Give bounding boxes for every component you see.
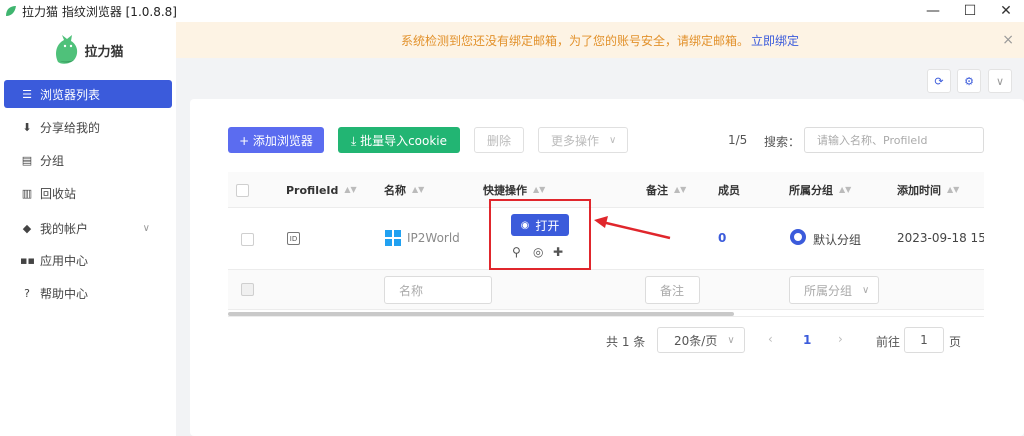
highlight-box (489, 199, 591, 270)
refresh-icon[interactable]: ⟳ (927, 69, 951, 93)
sidebar-item-groups[interactable]: ▤ 分组 (4, 146, 172, 174)
sort-icon: ▲▼ (412, 185, 425, 194)
created-time: 2023-09-18 15:54: (897, 231, 984, 245)
sidebar-item-label: 我的帐户 (40, 221, 89, 236)
name-filter-input[interactable]: 名称 (384, 276, 492, 304)
page-indicator: 1/5 (728, 133, 748, 147)
table-header: ProfileId ▲▼ 名称 ▲▼ 快捷操作 ▲▼ 备注 ▲▼ 成员 所属分组 ▲▼ 添… (228, 172, 984, 208)
group-icon (790, 229, 806, 245)
group-name: 默认分组 (813, 233, 862, 247)
app-logo-icon (6, 6, 16, 16)
remark-filter-input[interactable]: 备注 (645, 276, 700, 304)
trash-icon: ▥ (21, 186, 33, 200)
windows-icon (385, 230, 401, 246)
sidebar-item-help[interactable]: ? 帮助中心 (4, 279, 172, 307)
profile-id-icon[interactable]: ID (287, 232, 300, 245)
sidebar-item-apps[interactable]: ▪▪ 应用中心 (4, 246, 172, 274)
group-filter-label: 所属分组 (804, 283, 853, 298)
group-filter-select[interactable]: 所属分组 ∨ (789, 276, 879, 304)
title-bar: 拉力猫 指纹浏览器 [1.0.8.8] — ☐ ✕ (0, 0, 1024, 22)
window-title: 拉力猫 指纹浏览器 [1.0.8.8] (22, 4, 177, 19)
header-remark[interactable]: 备注 ▲▼ (646, 172, 686, 208)
more-actions-dropdown[interactable]: 更多操作 ∨ (538, 127, 628, 153)
goto-page-input[interactable]: 1 (904, 327, 944, 353)
next-page-icon[interactable]: › (838, 332, 843, 346)
header-name[interactable]: 名称 ▲▼ (384, 172, 424, 208)
minimize-button[interactable]: — (915, 0, 951, 22)
chevron-down-icon: ∨ (609, 134, 617, 146)
sort-icon: ▲▼ (839, 185, 852, 194)
banner-close-icon[interactable]: × (1002, 32, 1014, 48)
sidebar-item-label: 浏览器列表 (40, 87, 101, 102)
bind-email-banner: 系统检测到您还没有绑定邮箱，为了您的账号安全，请绑定邮箱。 立即绑定 × (176, 22, 1024, 58)
sidebar-item-browser-list[interactable]: ☰ 浏览器列表 (4, 80, 172, 108)
browser-table: ProfileId ▲▼ 名称 ▲▼ 快捷操作 ▲▼ 备注 ▲▼ 成员 所属分组 ▲▼ 添… (228, 172, 984, 316)
chevron-down-icon: ∨ (727, 334, 735, 346)
banner-text: 系统检测到您还没有绑定邮箱，为了您的账号安全，请绑定邮箱。 (400, 33, 749, 48)
filter-checkbox (241, 283, 254, 296)
sort-icon: ▲▼ (674, 185, 687, 194)
cat-logo-icon (56, 35, 78, 64)
goto-label: 前往 (876, 335, 901, 349)
brand-name: 拉力猫 (84, 44, 124, 60)
sort-icon: ▲▼ (947, 185, 960, 194)
chevron-down-icon: ∨ (862, 284, 870, 296)
row-checkbox[interactable] (241, 233, 254, 246)
page-size-label: 20条/页 (674, 333, 718, 348)
group-icon: ▤ (21, 153, 33, 167)
chevron-down-icon: ∨ (142, 222, 150, 234)
select-all-checkbox[interactable] (236, 184, 249, 197)
sidebar-item-shared[interactable]: ⬇ 分享给我的 (4, 113, 172, 141)
chevron-down-icon[interactable]: ∨ (988, 69, 1012, 93)
sort-icon: ▲▼ (344, 185, 357, 194)
sidebar-item-label: 分享给我的 (40, 120, 101, 135)
search-label: 搜索： (764, 135, 801, 149)
sidebar-item-trash[interactable]: ▥ 回收站 (4, 179, 172, 207)
header-members: 成员 (718, 184, 740, 197)
header-profileid[interactable]: ProfileId ▲▼ (286, 172, 357, 208)
import-cookie-button[interactable]: ⤓ 批量导入cookie (338, 127, 460, 153)
maximize-button[interactable]: ☐ (952, 0, 988, 22)
gear-icon[interactable]: ⚙ (957, 69, 981, 93)
current-page[interactable]: 1 (803, 333, 811, 347)
delete-button[interactable]: 删除 (474, 127, 524, 153)
close-window-button[interactable]: ✕ (988, 0, 1024, 22)
sidebar-item-account[interactable]: ◆ 我的帐户 ∨ (4, 214, 172, 242)
apps-icon: ▪▪ (20, 253, 35, 267)
sidebar-item-label: 回收站 (40, 186, 77, 201)
annotation-arrow-icon (594, 216, 671, 240)
download-icon: ⬇ (22, 120, 32, 134)
search-input[interactable]: 请输入名称、ProfileId (804, 127, 984, 153)
help-icon: ? (24, 286, 30, 300)
sidebar-item-label: 帮助中心 (40, 286, 89, 301)
add-browser-button[interactable]: + 添加浏览器 (228, 127, 324, 153)
total-count: 共 1 条 (606, 335, 646, 349)
header-created[interactable]: 添加时间 ▲▼ (897, 172, 959, 208)
goto-suffix: 页 (949, 335, 962, 349)
more-actions-label: 更多操作 (551, 133, 600, 148)
sort-icon: ▲▼ (533, 185, 546, 194)
sidebar-item-label: 应用中心 (40, 253, 89, 268)
prev-page-icon[interactable]: ‹ (768, 332, 773, 346)
page-size-select[interactable]: 20条/页 ∨ (657, 327, 745, 353)
list-icon: ☰ (22, 87, 32, 101)
sidebar-item-label: 分组 (40, 153, 65, 168)
account-icon: ◆ (22, 221, 32, 235)
brand: 拉力猫 (0, 22, 176, 78)
header-group[interactable]: 所属分组 ▲▼ (789, 172, 851, 208)
bind-now-link[interactable]: 立即绑定 (751, 32, 799, 49)
members-count[interactable]: 0 (718, 231, 726, 245)
filter-row: 名称 备注 所属分组 ∨ (228, 270, 984, 310)
browser-name[interactable]: IP2World (407, 231, 460, 245)
